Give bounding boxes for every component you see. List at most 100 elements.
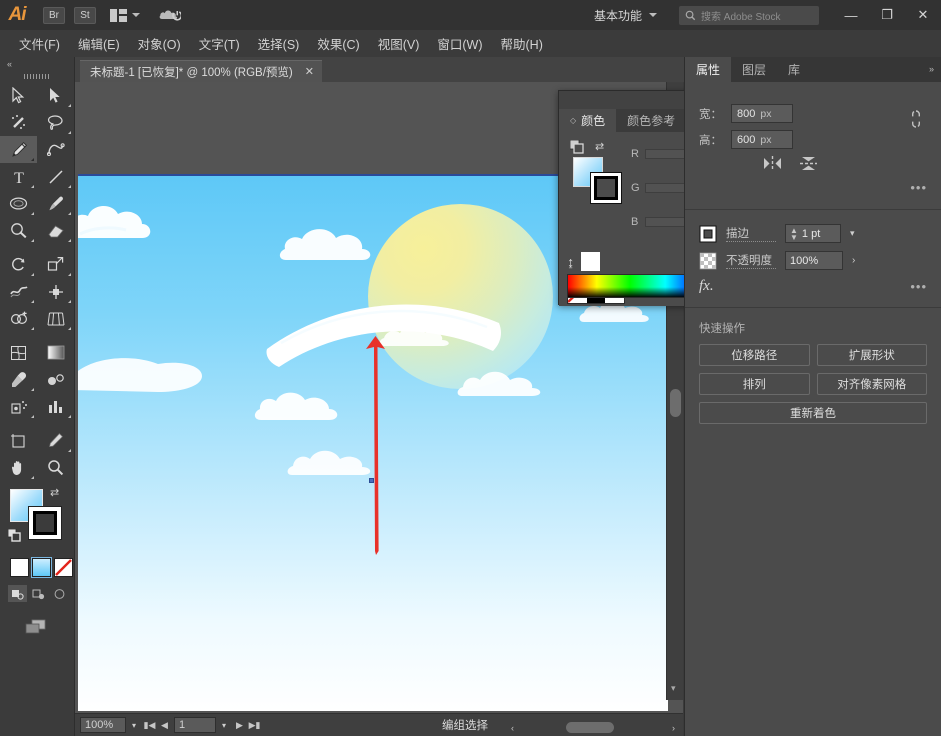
width-input[interactable]: 800 px [731, 104, 793, 123]
white-swatch[interactable] [581, 252, 600, 271]
creative-cloud-icon[interactable] [158, 5, 182, 25]
red-arrow-shape[interactable] [353, 336, 413, 556]
stroke-swatch[interactable] [28, 506, 62, 540]
menu-item-select[interactable]: 选择(S) [249, 31, 309, 56]
stock-search-input[interactable]: 搜索 Adobe Stock [679, 5, 819, 25]
offset-path-button[interactable]: 位移路径 [699, 344, 810, 366]
height-input[interactable]: 600 px [731, 130, 793, 149]
page-number-input[interactable]: 1 [174, 717, 216, 733]
align-pixel-grid-button[interactable]: 对齐像素网格 [816, 373, 927, 395]
cloud-shape[interactable] [78, 188, 246, 258]
stroke-swatch[interactable] [590, 172, 622, 204]
stepper-icon[interactable]: ▲ ▼ [790, 226, 798, 241]
tab-properties[interactable]: 属性 [685, 57, 732, 82]
maximize-button[interactable]: ❐ [869, 0, 905, 30]
tools-drag-handle[interactable] [0, 70, 74, 82]
chevron-down-icon[interactable]: ▾ [671, 683, 676, 694]
eraser-tool[interactable] [37, 217, 74, 244]
draw-normal-button[interactable] [8, 585, 27, 602]
column-graph-tool[interactable] [37, 393, 74, 420]
last-page-icon[interactable]: ▶▮ [247, 717, 262, 733]
menu-item-window[interactable]: 窗口(W) [428, 31, 491, 56]
fill-stroke-toggle-icon[interactable] [569, 139, 585, 157]
tab-color[interactable]: ◇ 颜色 [559, 109, 617, 132]
menu-item-view[interactable]: 视图(V) [369, 31, 429, 56]
free-transform-tool[interactable] [37, 278, 74, 305]
close-button[interactable]: ✕ [905, 0, 941, 30]
magic-wand-tool[interactable] [0, 109, 37, 136]
arrange-button[interactable]: 排列 [699, 373, 810, 395]
shape-builder-tool[interactable] [0, 305, 37, 332]
cloud-shape[interactable] [456, 362, 596, 410]
scroll-left-icon[interactable]: ‹ [505, 720, 520, 736]
opacity-checker-icon[interactable] [699, 252, 717, 270]
rotate-tool[interactable] [0, 251, 37, 278]
pen-tool[interactable] [0, 136, 37, 163]
change-screen-mode-button[interactable] [0, 613, 75, 639]
arrange-documents-button[interactable] [110, 8, 140, 22]
shaper-tool[interactable] [0, 217, 37, 244]
none-swatch[interactable] [54, 558, 73, 577]
tab-libraries[interactable]: 库 [777, 57, 811, 82]
type-tool[interactable]: T [0, 163, 37, 190]
gradient-swatch[interactable] [31, 557, 52, 578]
menu-item-effect[interactable]: 效果(C) [308, 31, 368, 56]
menu-item-object[interactable]: 对象(O) [129, 31, 190, 56]
first-page-icon[interactable]: ▮◀ [142, 717, 157, 733]
recolor-button[interactable]: 重新着色 [699, 402, 927, 424]
draw-inside-button[interactable] [50, 585, 69, 602]
artboard-tool[interactable] [0, 427, 37, 454]
blend-tool[interactable] [37, 366, 74, 393]
flip-horizontal-icon[interactable] [763, 156, 782, 174]
cloud-shape[interactable] [278, 216, 468, 276]
curvature-tool[interactable] [37, 136, 74, 163]
eyedropper-tool[interactable] [0, 366, 37, 393]
paintbrush-tool[interactable] [37, 190, 74, 217]
stock-button[interactable]: St [74, 6, 96, 24]
slice-tool[interactable] [37, 427, 74, 454]
menu-item-help[interactable]: 帮助(H) [492, 31, 552, 56]
stroke-chevron-down-icon[interactable]: ▾ [850, 228, 855, 239]
fx-button[interactable]: fx. [699, 278, 714, 295]
gradient-tool[interactable] [37, 339, 74, 366]
lasso-tool[interactable] [37, 109, 74, 136]
expand-shape-button[interactable]: 扩展形状 [816, 344, 927, 366]
stroke-swatch-icon[interactable] [699, 225, 717, 243]
scale-tool[interactable] [37, 251, 74, 278]
selected-anchor-point[interactable] [369, 478, 374, 483]
ellipse-tool[interactable] [0, 190, 37, 217]
width-tool[interactable] [0, 278, 37, 305]
swap-fill-stroke-icon[interactable]: ⇄ [50, 486, 59, 499]
default-fill-stroke-icon[interactable] [7, 528, 21, 542]
next-page-icon[interactable]: ▶ [232, 717, 247, 733]
perspective-grid-tool[interactable] [37, 305, 74, 332]
tab-layers[interactable]: 图层 [731, 57, 777, 82]
direct-selection-tool[interactable] [37, 82, 74, 109]
opacity-chevron-right-icon[interactable]: › [852, 255, 855, 266]
color-swatch[interactable] [10, 558, 29, 577]
close-icon[interactable]: ✕ [305, 65, 314, 78]
zoom-tool[interactable] [37, 454, 74, 481]
mesh-tool[interactable] [0, 339, 37, 366]
appearance-more-options[interactable]: ••• [910, 279, 927, 294]
transform-more-options[interactable]: ••• [699, 180, 927, 195]
zoom-level-input[interactable]: 100% [80, 717, 126, 733]
unlink-proportions-icon[interactable] [909, 108, 923, 133]
document-tab[interactable]: 未标题-1 [已恢复]* @ 100% (RGB/预览) ✕ [80, 60, 322, 82]
draw-behind-button[interactable] [29, 585, 48, 602]
stroke-weight-input[interactable]: ▲ ▼ 1 pt [785, 224, 841, 243]
hand-tool[interactable] [0, 454, 37, 481]
zoom-chevron-down-icon[interactable]: ▾ [126, 717, 142, 733]
page-chevron-down-icon[interactable]: ▾ [216, 717, 232, 733]
swap-fill-stroke-icon[interactable]: ⇄ [595, 140, 604, 153]
reset-colors-icon[interactable]: ↨ [567, 254, 574, 270]
scroll-right-icon[interactable]: › [666, 720, 681, 736]
horizontal-scrollbar-thumb[interactable] [566, 722, 614, 733]
chevron-double-right-icon[interactable]: » [929, 64, 934, 74]
symbol-sprayer-tool[interactable] [0, 393, 37, 420]
selection-tool[interactable] [0, 82, 37, 109]
tools-collapse-button[interactable]: « [0, 57, 74, 70]
flip-vertical-icon[interactable] [799, 156, 818, 174]
menu-item-type[interactable]: 文字(T) [190, 31, 249, 56]
workspace-selector[interactable]: 基本功能 [586, 7, 665, 24]
